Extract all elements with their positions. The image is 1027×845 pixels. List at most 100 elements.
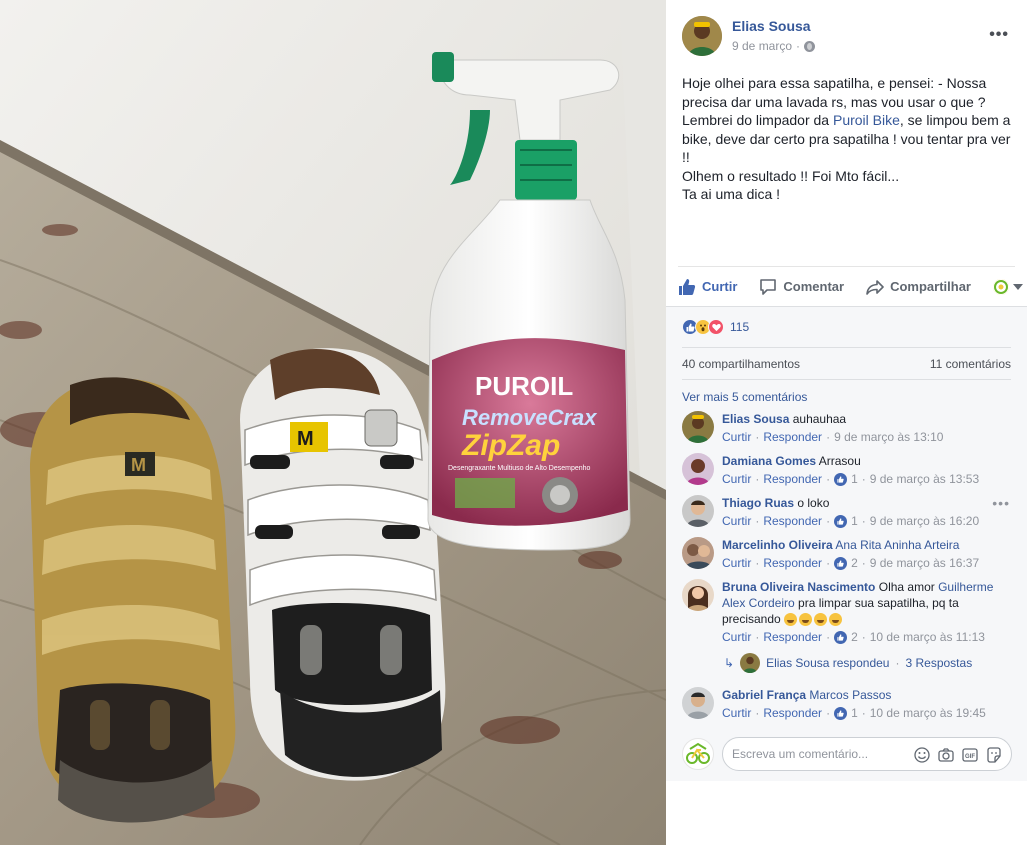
camera-icon[interactable] bbox=[937, 746, 955, 764]
comment-reply-link[interactable]: Responder bbox=[763, 513, 822, 529]
comment-text: Arrasou bbox=[818, 454, 861, 468]
reply-arrow-icon: ↳ bbox=[724, 656, 735, 670]
comment-like-count: 1 bbox=[851, 706, 858, 720]
commenter-avatar[interactable] bbox=[682, 453, 714, 485]
laughing-emoji-icon bbox=[784, 613, 798, 627]
commenter-avatar[interactable] bbox=[682, 579, 714, 611]
commenter-name[interactable]: Gabriel França bbox=[722, 688, 806, 702]
gif-icon[interactable]: GIF bbox=[961, 746, 979, 764]
laughing-emoji-icon bbox=[829, 613, 843, 627]
dirty-shoe: M bbox=[30, 377, 236, 823]
author-avatar[interactable] bbox=[682, 16, 722, 56]
share-icon bbox=[866, 279, 884, 295]
comment-reply-link[interactable]: Responder bbox=[763, 705, 822, 721]
post-text: Hoje olhei para essa sapatilha, e pensei… bbox=[682, 74, 1012, 204]
chevron-down-icon bbox=[1012, 283, 1023, 290]
more-horizontal-icon[interactable]: ••• bbox=[992, 495, 1010, 511]
comment-like-count: 1 bbox=[851, 514, 858, 528]
svg-text:GIF: GIF bbox=[965, 754, 975, 760]
comment-input-box[interactable]: GIF bbox=[722, 737, 1012, 771]
comment-reply-link[interactable]: Responder bbox=[763, 429, 822, 445]
view-more-comments[interactable]: Ver mais 5 comentários bbox=[682, 390, 807, 404]
comment-icon bbox=[760, 278, 777, 295]
share-button[interactable]: Compartilhar bbox=[866, 278, 971, 296]
commenter-avatar[interactable] bbox=[682, 687, 714, 719]
comment-timestamp[interactable]: 10 de março às 19:45 bbox=[870, 705, 986, 721]
comment-reply-link[interactable]: Responder bbox=[763, 555, 822, 571]
thumbs-up-icon[interactable] bbox=[834, 556, 848, 570]
laughing-emojis bbox=[784, 613, 843, 627]
like-button[interactable]: Curtir bbox=[678, 278, 737, 296]
comment-like-link[interactable]: Curtir bbox=[722, 429, 751, 445]
like-label: Curtir bbox=[702, 279, 738, 294]
clean-shoe: M bbox=[240, 348, 446, 781]
comment-like-link[interactable]: Curtir bbox=[722, 555, 751, 571]
commenter-name[interactable]: Bruna Oliveira Nascimento bbox=[722, 580, 875, 594]
bottle-product-line1: RemoveCrax bbox=[462, 405, 597, 430]
reply-author[interactable]: Elias Sousa respondeu bbox=[766, 656, 889, 670]
love-reaction-icon bbox=[708, 319, 724, 335]
reply-author-avatar bbox=[740, 653, 761, 673]
comment-text-before: Olha amor bbox=[878, 580, 939, 594]
comment-like-link[interactable]: Curtir bbox=[722, 629, 751, 645]
comment-composer: GIF bbox=[682, 737, 1012, 771]
comment-input[interactable] bbox=[732, 747, 902, 761]
page-selector[interactable] bbox=[992, 278, 1023, 295]
post-date[interactable]: 9 de março bbox=[732, 39, 792, 53]
reply-count[interactable]: 3 Respostas bbox=[905, 656, 972, 670]
laughing-emoji-icon bbox=[799, 613, 813, 627]
tagged-user[interactable]: Ana Rita Aninha Arteira bbox=[835, 538, 959, 552]
replies-summary[interactable]: ↳ Elias Sousa respondeu · 3 Respostas bbox=[724, 653, 972, 673]
comment-like-link[interactable]: Curtir bbox=[722, 513, 751, 529]
reaction-count: 115 bbox=[730, 320, 750, 334]
bottle-product-line2: ZipZap bbox=[461, 429, 560, 462]
post-side-panel: Elias Sousa 9 de março · ••• Hoje olhei … bbox=[666, 0, 1027, 845]
comment-like-count: 2 bbox=[851, 630, 858, 644]
comment-timestamp[interactable]: 9 de março às 16:37 bbox=[870, 555, 979, 571]
smiley-icon[interactable] bbox=[913, 746, 931, 764]
sticker-icon[interactable] bbox=[985, 746, 1003, 764]
comment-reply-link[interactable]: Responder bbox=[763, 471, 822, 487]
author-name[interactable]: Elias Sousa bbox=[732, 18, 811, 34]
post-photo[interactable]: M M PUROIL RemoveCrax ZipZap Desengraxan… bbox=[0, 0, 666, 845]
comment-timestamp[interactable]: 9 de março às 16:20 bbox=[870, 513, 979, 529]
bottle-brand-text: PUROIL bbox=[475, 371, 573, 401]
comment-label: Comentar bbox=[783, 279, 845, 294]
post-actions: Curtir Comentar Compartilhar bbox=[678, 266, 1023, 306]
comment-timestamp[interactable]: 9 de março às 13:53 bbox=[870, 471, 979, 487]
comment-button[interactable]: Comentar bbox=[759, 278, 844, 296]
comment-like-count: 1 bbox=[851, 472, 858, 486]
puroil-bike-link[interactable]: Puroil Bike bbox=[833, 112, 900, 128]
commenter-name[interactable]: Marcelinho Oliveira bbox=[722, 538, 833, 552]
thumbs-up-icon[interactable] bbox=[834, 514, 848, 528]
commenter-avatar[interactable] bbox=[682, 411, 714, 443]
shares-count[interactable]: 40 compartilhamentos bbox=[682, 357, 800, 371]
comment-timestamp[interactable]: 9 de março às 13:10 bbox=[834, 429, 943, 445]
comment-text: o loko bbox=[797, 496, 830, 510]
post-header: Elias Sousa 9 de março · ••• bbox=[682, 16, 1011, 60]
commenter-name[interactable]: Thiago Ruas bbox=[722, 496, 794, 510]
svg-text:M: M bbox=[297, 428, 314, 450]
thumbs-up-icon[interactable] bbox=[834, 630, 848, 644]
comment-reply-link[interactable]: Responder bbox=[763, 629, 822, 645]
page-avatar-icon bbox=[992, 278, 1009, 295]
comments-count[interactable]: 11 comentários bbox=[930, 357, 1011, 371]
comment-like-link[interactable]: Curtir bbox=[722, 471, 751, 487]
commenter-name[interactable]: Damiana Gomes bbox=[722, 454, 816, 468]
comment-like-link[interactable]: Curtir bbox=[722, 705, 751, 721]
comment-like-count: 2 bbox=[851, 556, 858, 570]
more-horizontal-icon[interactable]: ••• bbox=[989, 26, 1009, 44]
tagged-user[interactable]: Marcos Passos bbox=[809, 688, 891, 702]
reactions-summary[interactable]: 115 bbox=[682, 319, 749, 335]
commenter-avatar[interactable] bbox=[682, 495, 714, 527]
laughing-emoji-icon bbox=[814, 613, 828, 627]
commenter-avatar[interactable] bbox=[682, 537, 714, 569]
thumbs-up-icon[interactable] bbox=[834, 472, 848, 486]
thumbs-up-icon[interactable] bbox=[834, 706, 848, 720]
divider bbox=[682, 379, 1011, 380]
comment-text: auhauhaa bbox=[792, 412, 847, 426]
globe-icon[interactable] bbox=[804, 40, 816, 52]
comment-timestamp[interactable]: 10 de março às 11:13 bbox=[870, 629, 985, 645]
bottle-tagline: Desengraxante Multiuso de Alto Desempenh… bbox=[448, 465, 591, 472]
commenter-name[interactable]: Elias Sousa bbox=[722, 412, 789, 426]
